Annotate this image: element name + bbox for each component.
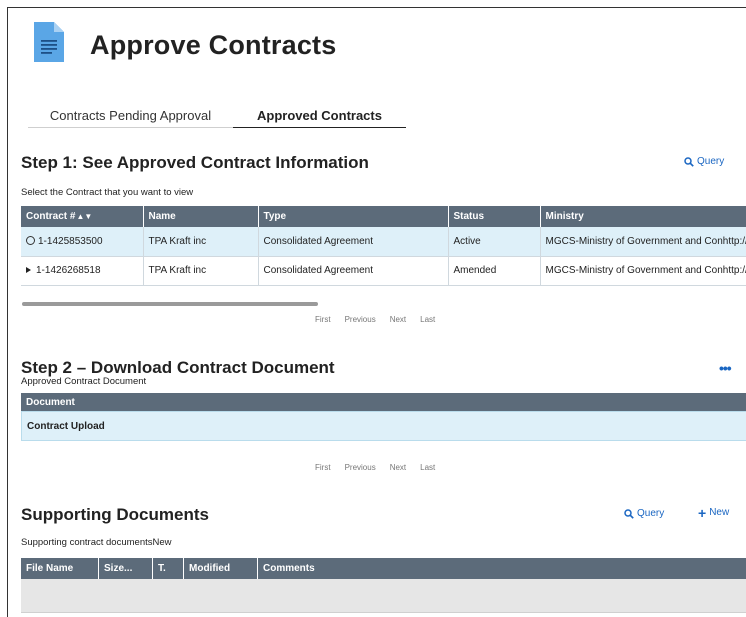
new-label: New bbox=[709, 507, 730, 518]
step2-title: Step 2 – Download Contract Document bbox=[21, 358, 335, 377]
step1-pager: First Previous Next Last bbox=[315, 315, 435, 324]
name-cell: TPA Kraft inc bbox=[143, 227, 259, 257]
document-table: Document Contract Upload bbox=[21, 393, 746, 441]
column-contract-number[interactable]: Contract #▲▼ bbox=[21, 206, 144, 227]
expand-icon[interactable] bbox=[26, 267, 31, 273]
column-type[interactable]: T. bbox=[153, 558, 184, 579]
step2-pager: First Previous Next Last bbox=[315, 463, 435, 472]
radio-icon[interactable] bbox=[26, 235, 35, 245]
pager-last[interactable]: Last bbox=[420, 315, 435, 324]
contract-cell[interactable]: 1-1426268518 bbox=[21, 256, 144, 286]
type-cell: Consolidated Agreement bbox=[258, 256, 449, 286]
table-row[interactable]: 1-1426268518 TPA Kraft inc Consolidated … bbox=[21, 256, 746, 286]
pager-first[interactable]: First bbox=[315, 463, 331, 472]
search-icon bbox=[624, 508, 634, 519]
tab-bar: Contracts Pending Approval Approved Cont… bbox=[28, 104, 408, 128]
supporting-subtitle: Supporting contract documentsNew bbox=[21, 537, 172, 548]
document-icon bbox=[34, 22, 64, 62]
tab-contracts-pending-approval[interactable]: Contracts Pending Approval bbox=[28, 104, 233, 128]
column-name[interactable]: Name bbox=[143, 206, 259, 227]
step1-query-button[interactable]: Query bbox=[684, 156, 724, 167]
pager-previous[interactable]: Previous bbox=[345, 463, 376, 472]
plus-icon: + bbox=[698, 504, 707, 521]
horizontal-scrollbar[interactable] bbox=[22, 302, 318, 306]
table-header-row: Contract #▲▼ Name Type Status Ministry bbox=[21, 206, 746, 227]
contract-cell[interactable]: 1-1425853500 bbox=[21, 227, 144, 257]
supporting-new-button[interactable]: + New bbox=[698, 504, 730, 521]
step1-instruction: Select the Contract that you want to vie… bbox=[21, 187, 194, 198]
column-modified[interactable]: Modified bbox=[184, 558, 258, 579]
column-ministry[interactable]: Ministry bbox=[540, 206, 746, 227]
pager-first[interactable]: First bbox=[315, 315, 331, 324]
app-frame: Approve Contracts Contracts Pending Appr… bbox=[7, 7, 746, 617]
status-cell: Amended bbox=[448, 256, 541, 286]
pager-previous[interactable]: Previous bbox=[345, 315, 376, 324]
column-comments[interactable]: Comments bbox=[258, 558, 746, 579]
status-cell: Active bbox=[448, 227, 541, 257]
column-file-name[interactable]: File Name bbox=[21, 558, 99, 579]
sort-icon[interactable]: ▲▼ bbox=[76, 212, 92, 221]
step2-subtitle: Approved Contract Document bbox=[21, 376, 147, 387]
supporting-table-header: File Name Size... T. Modified Comments bbox=[21, 558, 746, 579]
page-header bbox=[34, 22, 64, 62]
tab-approved-contracts[interactable]: Approved Contracts bbox=[233, 104, 406, 128]
step1-title: Step 1: See Approved Contract Informatio… bbox=[21, 153, 369, 172]
query-label: Query bbox=[637, 508, 665, 519]
type-cell: Consolidated Agreement bbox=[258, 227, 449, 257]
column-type[interactable]: Type bbox=[258, 206, 449, 227]
name-cell: TPA Kraft inc bbox=[143, 256, 259, 286]
table-row[interactable]: Contract Upload bbox=[21, 411, 746, 441]
pager-next[interactable]: Next bbox=[390, 315, 406, 324]
column-document: Document bbox=[21, 393, 746, 411]
query-label: Query bbox=[697, 156, 725, 167]
column-size[interactable]: Size... bbox=[99, 558, 153, 579]
search-icon bbox=[684, 156, 694, 167]
supporting-title: Supporting Documents bbox=[21, 505, 209, 524]
pager-last[interactable]: Last bbox=[420, 463, 435, 472]
table-row[interactable]: 1-1425853500 TPA Kraft inc Consolidated … bbox=[21, 227, 746, 257]
contracts-table: Contract #▲▼ Name Type Status Ministry 1… bbox=[21, 206, 746, 286]
more-options-icon[interactable]: ••• bbox=[719, 360, 732, 376]
pager-next[interactable]: Next bbox=[390, 463, 406, 472]
ministry-cell: MGCS-Ministry of Government and Conhttp:… bbox=[540, 227, 746, 257]
column-status[interactable]: Status bbox=[448, 206, 541, 227]
page-title: Approve Contracts bbox=[90, 30, 337, 60]
ministry-cell: MGCS-Ministry of Government and Conhttp:… bbox=[540, 256, 746, 286]
supporting-query-button[interactable]: Query bbox=[624, 508, 664, 519]
supporting-table-body bbox=[21, 579, 746, 613]
